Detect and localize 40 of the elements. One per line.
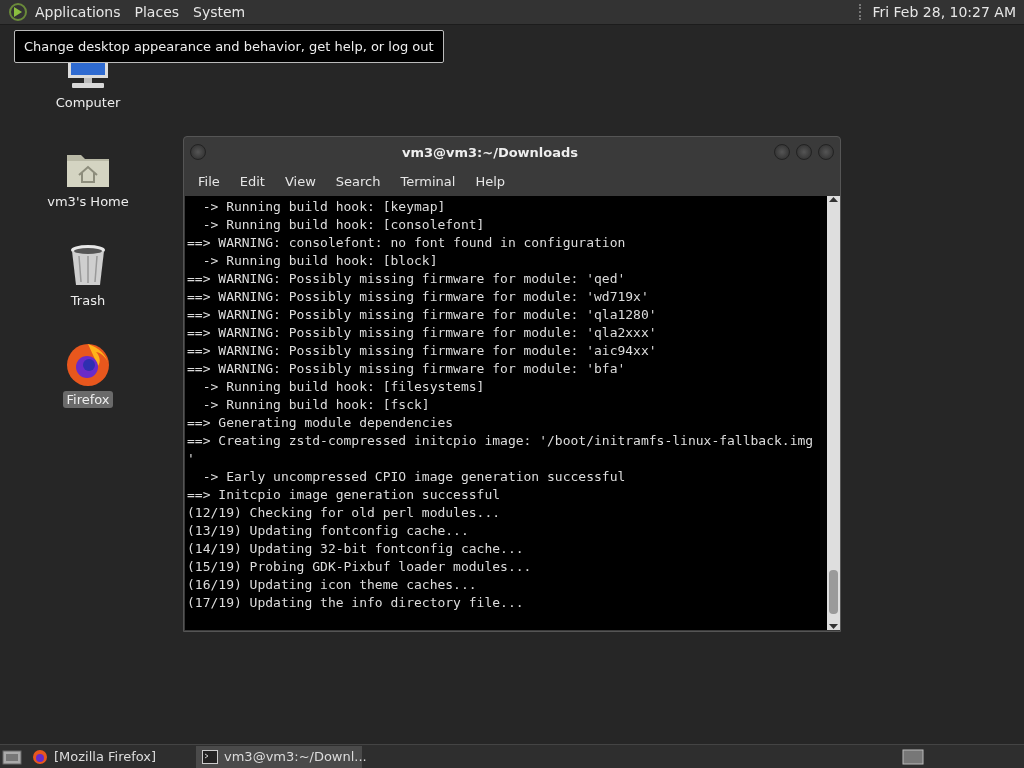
terminal-line: -> Running build hook: [consolefont] (201, 216, 486, 234)
terminal-line: ==> Initcpio image generation successful (187, 486, 502, 504)
desktop-icon-label[interactable]: Trash (67, 292, 109, 309)
terminal-line: ' (187, 450, 196, 468)
desktop-icon-label[interactable]: Computer (52, 94, 124, 111)
menu-item[interactable]: View (274, 174, 326, 189)
panel-menu[interactable]: Applications (28, 4, 128, 20)
terminal-line: ==> Generating module dependencies (187, 414, 455, 432)
terminal-line: ==> WARNING: Possibly missing firmware for module: 'wd719x' (187, 288, 650, 306)
menu-item[interactable]: Terminal (390, 174, 466, 189)
desktop-icon-label[interactable]: Firefox (63, 391, 113, 408)
menu-item[interactable]: File (188, 174, 230, 189)
panel-menu[interactable]: System (186, 4, 253, 20)
window-title: vm3@vm3:~/Downloads (400, 144, 580, 160)
clock[interactable]: Fri Feb 28, 10:27 AM (872, 4, 1016, 20)
taskbar-button[interactable]: [Mozilla Firefox] (26, 745, 192, 768)
terminal-line: (14/19) Updating 32-bit fontconfig cache... (187, 540, 525, 558)
terminal-line: -> Running build hook: [filesystems] (201, 378, 486, 396)
terminal-line: (13/19) Updating fontconfig cache... (187, 522, 470, 540)
panel-menu[interactable]: Places (127, 4, 187, 20)
terminal-line: -> Running build hook: [keymap] (201, 198, 447, 216)
terminal-line: -> Running build hook: [fsck] (201, 396, 431, 414)
terminal-line: (16/19) Updating icon theme caches... (187, 576, 478, 594)
menu-item[interactable]: Search (325, 174, 391, 189)
terminal-line: ==> WARNING: Possibly missing firmware for module: 'bfa' (187, 360, 627, 378)
terminal-line: (12/19) Checking for old perl modules... (187, 504, 502, 522)
terminal-line: ==> WARNING: consolefont: no font found in configuration (187, 234, 627, 252)
terminal-line: -> Running build hook: [block] (201, 252, 439, 270)
terminal-line: ==> Creating zstd-compressed initcpio image: '/boot/initramfs-linux-fallback.img (187, 432, 815, 450)
terminal-line: ==> WARNING: Possibly missing firmware for module: 'qla1280' (187, 306, 658, 324)
terminal-line: ==> WARNING: Possibly missing firmware for module: 'qla2xxx' (187, 324, 658, 342)
terminal-line: ==> WARNING: Possibly missing firmware for module: 'qed' (187, 270, 627, 288)
menu-item[interactable]: Help (465, 174, 516, 189)
tooltip: Change desktop appearance and behavior, get help, or log out (14, 30, 444, 63)
terminal-line: -> Early uncompressed CPIO image generation successful (201, 468, 627, 486)
terminal-line: (17/19) Updating the info directory file... (187, 594, 525, 612)
terminal-line: (15/19) Probing GDK-Pixbuf loader modules... (187, 558, 533, 576)
desktop-icon-label[interactable]: vm3's Home (44, 193, 132, 210)
menu-item[interactable]: Edit (229, 174, 275, 189)
terminal-line: ==> WARNING: Possibly missing firmware for module: 'aic94xx' (187, 342, 658, 360)
